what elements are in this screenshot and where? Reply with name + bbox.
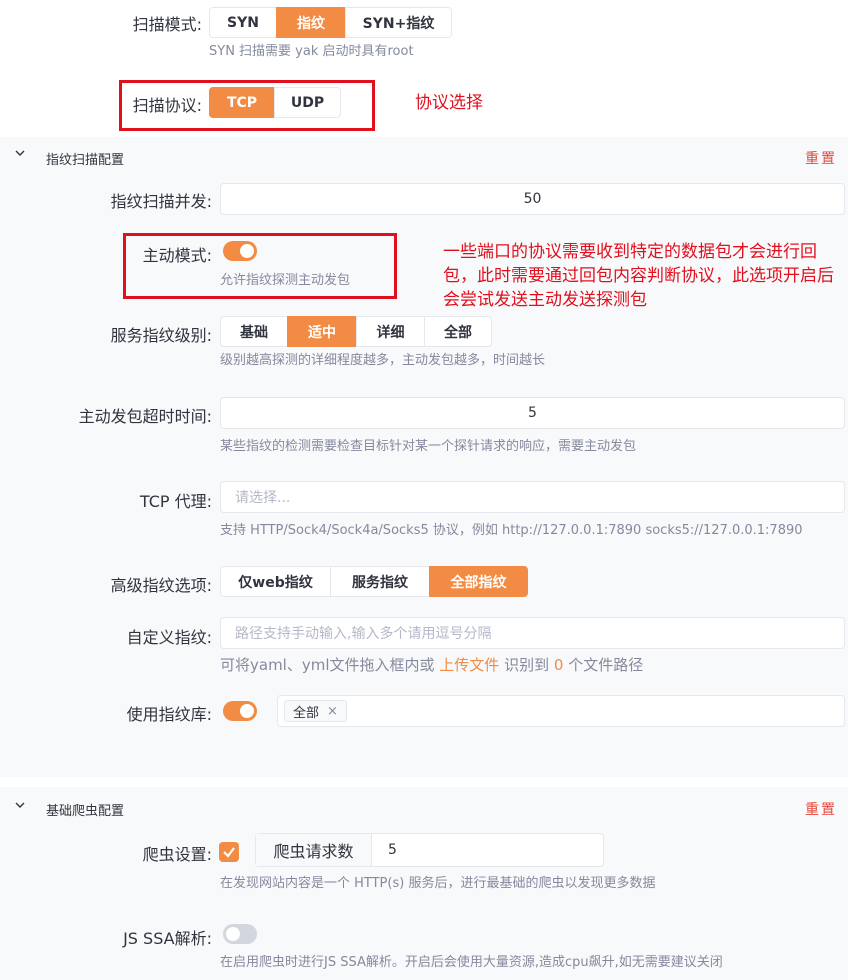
- advanced-service[interactable]: 服务指纹: [330, 566, 430, 597]
- active-mode-toggle[interactable]: [223, 241, 257, 261]
- crawler-checkbox[interactable]: [219, 842, 239, 862]
- protocol-udp[interactable]: UDP: [274, 87, 341, 118]
- checkmark-icon: [223, 847, 235, 858]
- custom-fingerprint-hint: 可将yaml、yml文件拖入框内或 上传文件 识别到 0 个文件路径: [220, 654, 643, 675]
- protocol-annotation: 协议选择: [415, 93, 483, 113]
- service-level-hint: 级别越高探测的详细程度越多，主动发包越多，时间越长: [220, 353, 546, 368]
- tcp-proxy-label: TCP 代理:: [139, 492, 212, 511]
- crawler-section-title: 基础爬虫配置: [46, 804, 125, 819]
- js-ssa-toggle[interactable]: [223, 924, 257, 944]
- chevron-down-icon[interactable]: [15, 148, 25, 158]
- service-level-selector: 基础 适中 详细 全部: [220, 316, 492, 347]
- close-icon[interactable]: ×: [327, 704, 338, 719]
- active-mode-label: 主动模式:: [142, 246, 212, 265]
- custom-fingerprint-hint-prefix: 可将yaml、yml文件拖入框内或: [220, 656, 435, 674]
- file-count: 0: [553, 656, 564, 674]
- service-level-all[interactable]: 全部: [424, 316, 492, 347]
- upload-file-link[interactable]: 上传文件: [439, 656, 499, 674]
- advanced-web-only[interactable]: 仅web指纹: [220, 566, 331, 597]
- probe-timeout-label: 主动发包超时时间:: [78, 407, 212, 426]
- scan-mode-syn[interactable]: SYN: [209, 7, 277, 38]
- scan-mode-fingerprint[interactable]: 指纹: [276, 7, 346, 38]
- active-mode-annotation: 一些端口的协议需要收到特定的数据包才会进行回包，此时需要通过回包内容判断协议，此…: [443, 242, 834, 310]
- probe-timeout-input[interactable]: 5: [220, 397, 845, 429]
- scan-mode-label: 扫描模式:: [132, 15, 202, 34]
- library-tag-label: 全部: [293, 705, 320, 721]
- probe-timeout-hint: 某些指纹的检测需要检查目标针对某一个探针请求的响应，需要主动发包: [220, 439, 637, 454]
- custom-fingerprint-hint-middle: 识别到: [504, 656, 550, 674]
- use-library-toggle[interactable]: [223, 701, 257, 721]
- custom-fingerprint-label: 自定义指纹:: [126, 628, 212, 647]
- crawler-settings-label: 爬虫设置:: [142, 845, 212, 864]
- crawler-request-label: 爬虫请求数: [256, 834, 372, 866]
- crawler-settings-hint: 在发现网站内容是一个 HTTP(s) 服务后，进行最基础的爬虫以发现更多数据: [220, 876, 656, 891]
- scan-protocol-selector: TCP UDP: [209, 87, 341, 118]
- scan-mode-syn-fingerprint[interactable]: SYN+指纹: [345, 7, 452, 38]
- crawler-request-input[interactable]: 5: [372, 834, 603, 866]
- tcp-proxy-hint: 支持 HTTP/Sock4/Sock4a/Socks5 协议，例如 http:/…: [220, 523, 803, 538]
- chevron-down-icon[interactable]: [15, 800, 25, 810]
- custom-fingerprint-input[interactable]: 路径支持手动输入,输入多个请用逗号分隔: [220, 617, 845, 649]
- library-select[interactable]: 全部 ×: [277, 695, 845, 727]
- fingerprint-section-title: 指纹扫描配置: [46, 153, 125, 168]
- scan-mode-selector: SYN 指纹 SYN+指纹: [209, 7, 452, 38]
- fingerprint-reset-button[interactable]: 重置: [805, 148, 837, 168]
- use-library-label: 使用指纹库:: [126, 705, 212, 724]
- active-mode-hint: 允许指纹探测主动发包: [220, 273, 351, 288]
- library-tag: 全部 ×: [284, 700, 347, 722]
- tcp-proxy-placeholder: 请选择...: [235, 490, 291, 506]
- crawler-reset-button[interactable]: 重置: [805, 799, 837, 819]
- concurrency-label: 指纹扫描并发:: [110, 192, 212, 211]
- js-ssa-hint: 在启用爬虫时进行JS SSA解析。开启后会使用大量资源,造成cpu飙升,如无需要…: [220, 955, 723, 970]
- advanced-options-selector: 仅web指纹 服务指纹 全部指纹: [220, 566, 528, 597]
- concurrency-input[interactable]: 50: [220, 183, 845, 215]
- advanced-all[interactable]: 全部指纹: [429, 566, 528, 597]
- advanced-options-label: 高级指纹选项:: [110, 576, 212, 595]
- crawler-request-group: 爬虫请求数 5: [255, 833, 604, 867]
- protocol-tcp[interactable]: TCP: [209, 87, 275, 118]
- custom-fingerprint-hint-suffix: 个文件路径: [568, 656, 644, 674]
- custom-fingerprint-placeholder: 路径支持手动输入,输入多个请用逗号分隔: [235, 626, 492, 642]
- scan-protocol-label: 扫描协议:: [132, 96, 202, 115]
- service-level-moderate[interactable]: 适中: [287, 316, 357, 347]
- scan-mode-hint: SYN 扫描需要 yak 启动时具有root: [209, 44, 414, 59]
- service-level-basic[interactable]: 基础: [220, 316, 288, 347]
- tcp-proxy-select[interactable]: 请选择...: [220, 481, 845, 513]
- service-level-label: 服务指纹级别:: [110, 326, 212, 345]
- js-ssa-label: JS SSA解析:: [123, 929, 212, 948]
- service-level-detailed[interactable]: 详细: [356, 316, 425, 347]
